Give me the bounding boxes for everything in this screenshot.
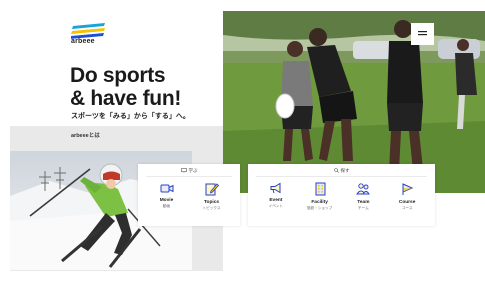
flag-icon — [402, 183, 414, 195]
magnifier-icon — [333, 168, 339, 174]
find-heading-text: 探す — [340, 168, 350, 173]
learn-card: 学ぶ Movie 動画 Topics トピックス — [138, 164, 240, 226]
find-card-divider — [256, 176, 427, 177]
find-item-team[interactable]: Team チーム — [345, 182, 381, 211]
event-label: Event — [269, 198, 283, 203]
facility-label: Facility — [311, 200, 328, 205]
movie-label: Movie — [159, 198, 174, 203]
hero-tagline: スポーツを「みる」から「する」へ。 — [71, 113, 190, 120]
headline-line-1: Do sports — [70, 64, 166, 87]
brand-name: arbeee — [71, 38, 95, 45]
topics-label: Topics — [203, 200, 220, 205]
hamburger-icon — [418, 30, 427, 35]
event-label-ja: イベント — [268, 204, 284, 208]
course-label: Course — [398, 200, 416, 205]
team-label-ja: チーム — [358, 206, 369, 210]
find-item-course[interactable]: Course コース — [389, 182, 425, 211]
headline-line-2: & have fun! — [70, 87, 182, 110]
building-icon — [315, 182, 326, 196]
topics-label-ja: トピックス — [202, 206, 221, 210]
team-label: Team — [357, 200, 370, 205]
learn-item-movie[interactable]: Movie 動画 — [149, 182, 185, 211]
monitor-icon — [180, 168, 187, 174]
course-label-ja: コース — [401, 206, 413, 210]
find-card: 探す Event イベント Facility 施設・ショップ Team チーム … — [248, 164, 435, 226]
about-section-label[interactable]: arbeeeとは — [71, 131, 100, 139]
hero-headline: Do sports & have fun! — [70, 64, 181, 110]
megaphone-icon — [270, 182, 281, 194]
learn-item-topics[interactable]: Topics トピックス — [194, 182, 230, 211]
learn-heading-text: 学ぶ — [188, 168, 198, 173]
learn-card-heading: 学ぶ — [138, 168, 240, 174]
pencil-icon — [205, 183, 219, 196]
facility-label-ja: 施設・ショップ — [307, 206, 333, 210]
find-card-heading: 探す — [248, 168, 435, 174]
learn-card-divider — [146, 176, 232, 177]
video-camera-icon — [160, 184, 173, 193]
people-icon — [356, 183, 371, 195]
movie-label-ja: 動画 — [162, 204, 171, 208]
hamburger-menu-button[interactable] — [411, 23, 434, 45]
find-item-event[interactable]: Event イベント — [258, 182, 294, 211]
find-item-facility[interactable]: Facility 施設・ショップ — [302, 182, 338, 211]
